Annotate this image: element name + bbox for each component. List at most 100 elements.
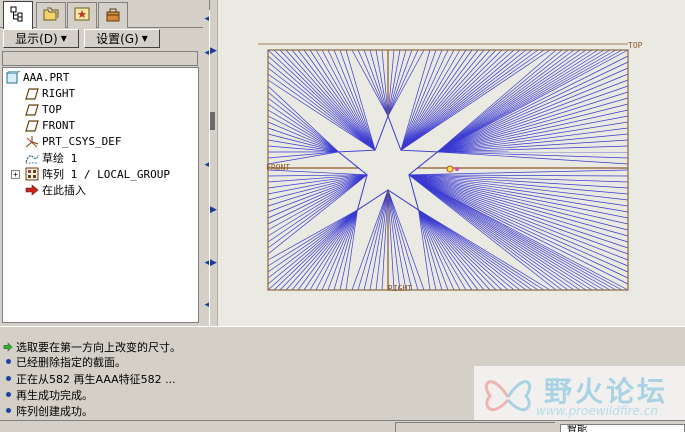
- tree-item-label: 草绘 1: [42, 151, 78, 165]
- pattern-ray: [267, 174, 368, 207]
- info-bullet-icon: [3, 359, 13, 364]
- model-tree-tab[interactable]: [3, 1, 33, 29]
- tree-item-top-plane[interactable]: TOP: [25, 102, 62, 117]
- pattern-ray: [418, 209, 515, 291]
- pattern-ray: [408, 174, 629, 231]
- pattern-ray: [408, 174, 629, 255]
- pattern-ray: [437, 151, 629, 159]
- watermark-url: www.proewildfire.cn: [536, 404, 658, 418]
- pattern-ray: [309, 49, 376, 151]
- graphics-window[interactable]: TOP FRONT RIGHT: [217, 0, 685, 326]
- pattern-ray: [437, 151, 629, 165]
- pattern-ray: [408, 174, 629, 267]
- sketch-icon: [25, 151, 39, 165]
- right-datum-label: RIGHT: [388, 284, 412, 293]
- front-datum-label: FRONT: [266, 163, 290, 172]
- pattern-ray: [400, 49, 485, 151]
- expand-right-arrow-icon[interactable]: ▶: [210, 46, 217, 56]
- tree-filter-field[interactable]: [2, 51, 198, 66]
- csys-marker-icon: [455, 167, 459, 171]
- folder-icon: [42, 5, 60, 26]
- pattern-ray: [267, 115, 339, 153]
- message-text: 选取要在第一方向上改变的尺寸。: [16, 340, 181, 354]
- dropdown-arrow-icon: ▼: [60, 34, 67, 43]
- pattern-ray: [400, 49, 509, 151]
- status-bar: 智能: [0, 420, 685, 432]
- splitter-grip[interactable]: [210, 112, 215, 130]
- pattern-ray: [303, 209, 358, 291]
- top-datum-label: TOP: [628, 41, 643, 50]
- pattern-ray: [375, 49, 389, 117]
- tree-item-label: 在此插入: [42, 183, 86, 197]
- pattern-ray: [309, 209, 358, 291]
- pattern-ray: [437, 49, 569, 153]
- tree-item-front-plane[interactable]: FRONT: [25, 118, 75, 133]
- message-line: 选取要在第一方向上改变的尺寸。: [3, 339, 181, 354]
- navigator-panel: 显示(D) ▼ 设置(G) ▼ AAA.PRT RIGHT TOP FRONT …: [0, 0, 203, 326]
- message-text: 正在从582 再生AAA特征582 ...: [16, 372, 176, 386]
- expand-right-arrow-icon[interactable]: ▶: [210, 258, 217, 268]
- pattern-ray: [400, 49, 455, 151]
- pattern-ray: [285, 209, 358, 291]
- pattern-ray: [387, 49, 401, 117]
- navigator-tab-bar: [0, 0, 203, 29]
- pattern-ray: [363, 49, 389, 117]
- expand-right-arrow-icon[interactable]: ▶: [210, 205, 217, 215]
- tree-item-label: PRT_CSYS_DEF: [42, 135, 122, 148]
- model-tree: AAA.PRT RIGHT TOP FRONT PRT_CSYS_DEF 草绘 …: [2, 67, 199, 323]
- pattern-ray: [267, 174, 368, 243]
- message-line: 已经删除指定的截面。: [3, 354, 126, 369]
- insert-here-arrow-icon: [25, 183, 39, 197]
- status-field: [395, 422, 555, 432]
- pattern-ray: [408, 174, 581, 291]
- message-line: 正在从582 再生AAA特征582 ...: [3, 371, 176, 386]
- watermark: 野火论坛 www.proewildfire.cn: [474, 366, 685, 428]
- tree-item-pattern[interactable]: 阵列 1 / LOCAL_GROUP: [25, 166, 170, 181]
- pattern-ray: [408, 169, 629, 176]
- tree-item-part[interactable]: AAA.PRT: [6, 70, 69, 85]
- selection-filter-value: 智能: [567, 424, 587, 432]
- tree-item-label: FRONT: [42, 119, 76, 132]
- pattern-ray: [400, 49, 467, 151]
- pattern-ray: [267, 127, 339, 153]
- application-window: 显示(D) ▼ 设置(G) ▼ AAA.PRT RIGHT TOP FRONT …: [0, 0, 685, 432]
- prompt-arrow-icon: [3, 341, 13, 353]
- tree-item-sketch[interactable]: 草绘 1: [25, 150, 77, 165]
- show-button-label: 显示(D): [15, 32, 58, 46]
- pattern-ray: [400, 49, 491, 151]
- selection-filter-field[interactable]: 智能: [560, 424, 685, 432]
- pattern-ray: [267, 209, 358, 279]
- info-bullet-icon: [3, 408, 13, 413]
- message-text: 已经删除指定的截面。: [16, 355, 126, 369]
- message-text: 阵列创建成功。: [16, 404, 93, 418]
- selected-dimension-marker-icon[interactable]: [446, 165, 454, 173]
- pattern-ray: [408, 174, 593, 291]
- favorites-tab[interactable]: [67, 2, 97, 28]
- model-viewport[interactable]: TOP FRONT RIGHT: [218, 0, 685, 326]
- pattern-ray: [418, 209, 473, 291]
- tree-item-label: TOP: [42, 103, 62, 116]
- pattern-ray: [267, 174, 368, 195]
- pattern-ray: [387, 189, 413, 291]
- pattern-ray: [418, 209, 467, 291]
- tree-item-insert-here[interactable]: 在此插入: [25, 182, 86, 197]
- info-bullet-icon: [3, 376, 13, 381]
- tree-item-csys[interactable]: PRT_CSYS_DEF: [25, 134, 121, 149]
- message-text: 再生成功完成。: [16, 388, 93, 402]
- csys-icon: [25, 135, 39, 149]
- folder-browser-tab[interactable]: [36, 2, 66, 28]
- pattern-ray: [363, 189, 389, 291]
- pattern-ray: [408, 174, 623, 291]
- connections-tab[interactable]: [98, 2, 128, 28]
- show-dropdown-button[interactable]: 显示(D) ▼: [3, 29, 79, 48]
- datum-plane-icon: [25, 87, 39, 101]
- settings-dropdown-button[interactable]: 设置(G) ▼: [84, 29, 160, 48]
- pattern-ray: [267, 174, 368, 213]
- message-line: 阵列创建成功。: [3, 403, 93, 418]
- pattern-ray: [400, 49, 449, 151]
- part-icon: [6, 70, 20, 85]
- navigator-button-bar: 显示(D) ▼ 设置(G) ▼: [0, 28, 203, 50]
- tree-item-right-plane[interactable]: RIGHT: [25, 86, 75, 101]
- pattern-ray: [418, 209, 461, 291]
- expand-toggle-icon[interactable]: +: [11, 170, 20, 179]
